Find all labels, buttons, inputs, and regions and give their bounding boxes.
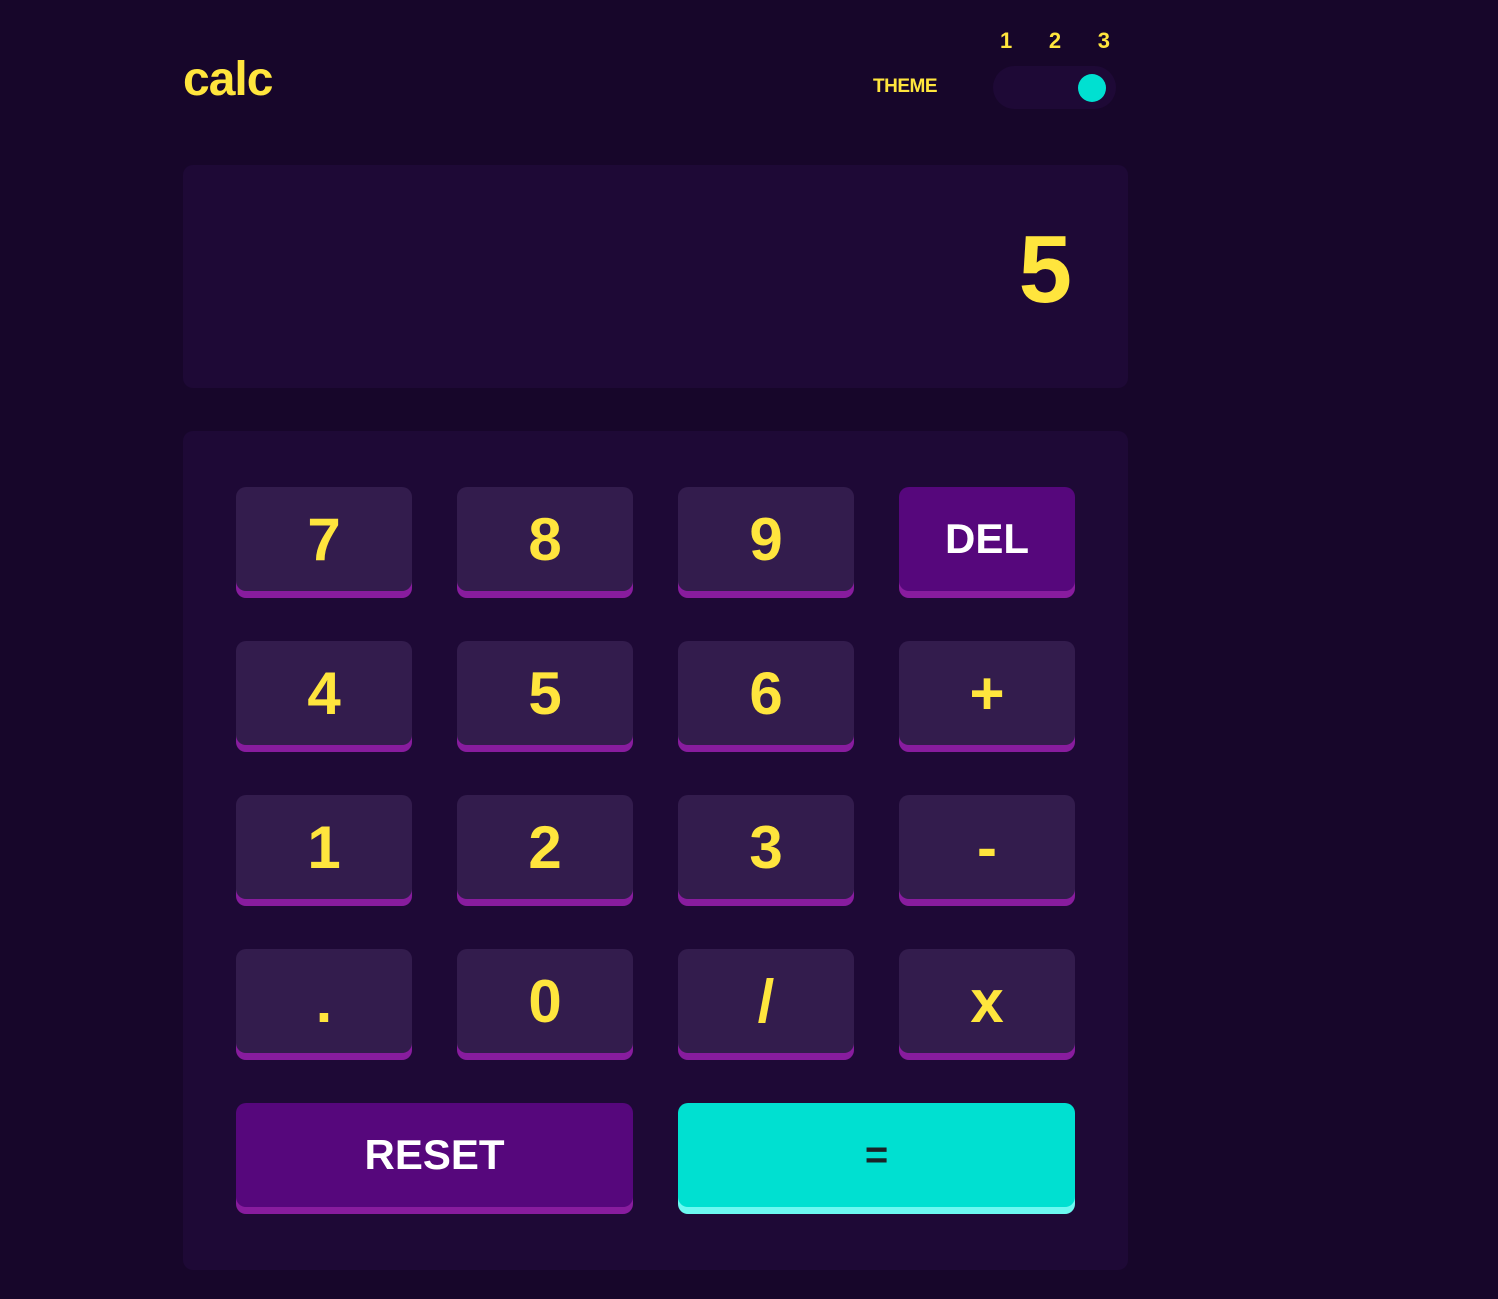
key-9[interactable]: 9: [678, 487, 854, 591]
app-logo: calc: [183, 53, 273, 106]
multiply-button[interactable]: x: [899, 949, 1075, 1053]
subtract-button[interactable]: -: [899, 795, 1075, 899]
add-button[interactable]: +: [899, 641, 1075, 745]
key-3[interactable]: 3: [678, 795, 854, 899]
key-2[interactable]: 2: [457, 795, 633, 899]
key-7[interactable]: 7: [236, 487, 412, 591]
display-value: 5: [1018, 216, 1072, 323]
reset-button[interactable]: RESET: [236, 1103, 633, 1207]
theme-option-1[interactable]: 1: [1000, 28, 1012, 54]
theme-option-3[interactable]: 3: [1098, 28, 1110, 54]
key-0[interactable]: 0: [457, 949, 633, 1053]
key-5[interactable]: 5: [457, 641, 633, 745]
toggle-knob[interactable]: [1078, 74, 1106, 102]
divide-button[interactable]: /: [678, 949, 854, 1053]
equals-button[interactable]: =: [678, 1103, 1075, 1207]
theme-option-2[interactable]: 2: [1049, 28, 1061, 54]
decimal-button[interactable]: .: [236, 949, 412, 1053]
display-screen: 5: [183, 165, 1128, 388]
key-8[interactable]: 8: [457, 487, 633, 591]
theme-label: THEME: [873, 76, 938, 97]
key-1[interactable]: 1: [236, 795, 412, 899]
key-6[interactable]: 6: [678, 641, 854, 745]
theme-toggle[interactable]: [993, 66, 1116, 109]
delete-button[interactable]: DEL: [899, 487, 1075, 591]
key-4[interactable]: 4: [236, 641, 412, 745]
keypad: RESET = 7 8 9 DEL 4 5 6 +1 2 3-. 0 / x: [183, 431, 1128, 1270]
theme-numbers: 1 2 3: [1000, 28, 1110, 54]
